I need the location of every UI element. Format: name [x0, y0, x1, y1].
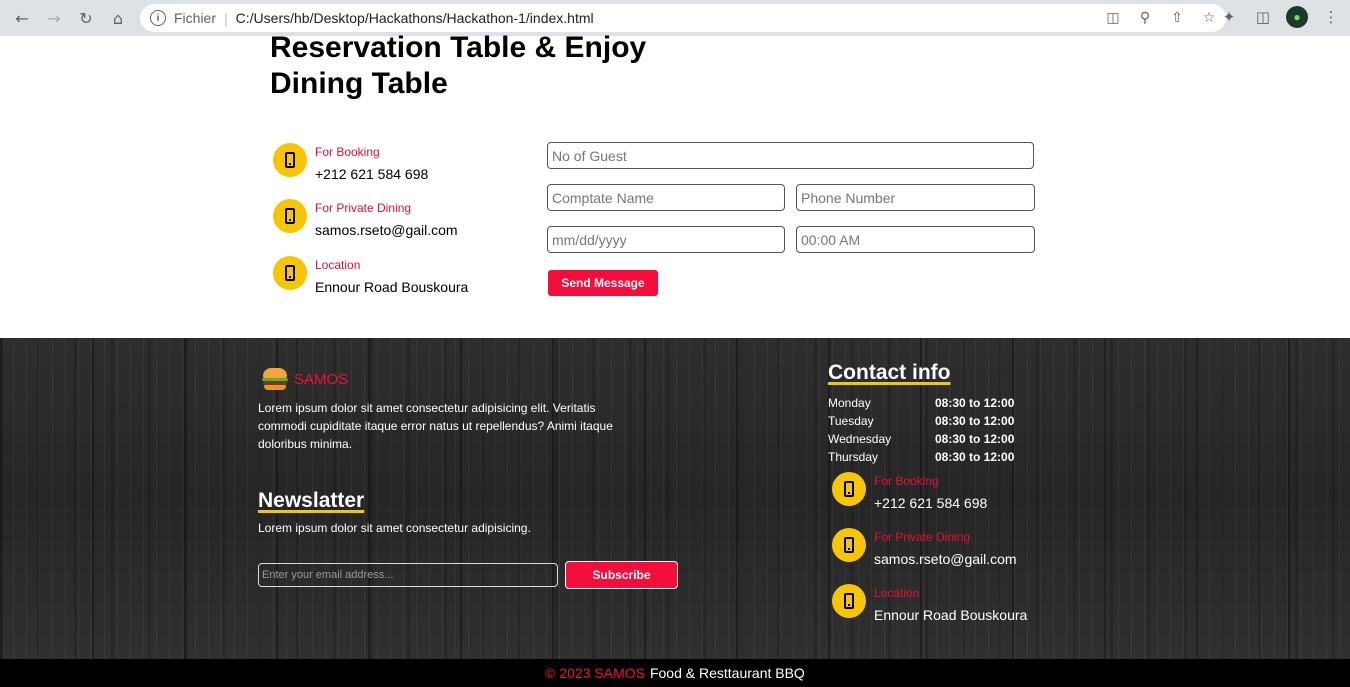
send-message-button[interactable]: Send Message	[548, 270, 658, 296]
contact-info-heading: Contact info	[828, 361, 951, 384]
phone-icon	[273, 199, 307, 233]
opening-hours: Monday 08:30 to 12:00 Tuesday 08:30 to 1…	[828, 394, 1028, 466]
footer-brand[interactable]: SAMOS	[262, 366, 348, 392]
phone-icon	[832, 472, 866, 506]
footer-description: Lorem ipsum dolor sit amet consectetur a…	[258, 401, 613, 451]
menu-icon[interactable]: ⋮	[1320, 6, 1342, 28]
back-icon[interactable]: ←	[10, 6, 34, 30]
contact-value: +212 621 584 698	[874, 495, 988, 511]
footer-contact-location: Location Ennour Road Bouskoura	[832, 584, 1027, 623]
hours-row: Tuesday 08:30 to 12:00	[828, 412, 1028, 430]
side-panel-icon[interactable]: ◫	[1252, 6, 1274, 28]
forward-icon[interactable]: →	[42, 6, 66, 30]
star-icon[interactable]: ☆	[1198, 8, 1220, 28]
newsletter-description: Lorem ipsum dolor sit amet consectetur a…	[258, 521, 531, 535]
hours-day: Thursday	[828, 450, 879, 464]
burger-icon	[262, 366, 288, 392]
reload-icon[interactable]: ↻	[74, 6, 98, 30]
address-bar[interactable]: i Fichier | C:/Users/hb/Desktop/Hackatho…	[140, 4, 1226, 32]
hours-row: Wednesday 08:30 to 12:00	[828, 430, 1028, 448]
address-separator: |	[224, 10, 228, 26]
contact-booking: For Booking +212 621 584 698	[273, 143, 428, 182]
contact-label: Location	[874, 586, 920, 600]
footer: SAMOS Lorem ipsum dolor sit amet consect…	[0, 338, 1350, 659]
hours-time: 08:30 to 12:00	[935, 432, 1015, 446]
contact-label: For Booking	[315, 145, 380, 159]
contact-label: For Booking	[874, 474, 939, 488]
phone-icon	[273, 143, 307, 177]
share-icon[interactable]: ⇧	[1166, 8, 1188, 28]
zoom-icon[interactable]: ⚲	[1134, 8, 1156, 28]
contact-location: Location Ennour Road Bouskoura	[273, 256, 468, 295]
hours-day: Tuesday	[828, 414, 874, 428]
footer-contact-booking: For Booking +212 621 584 698	[832, 472, 987, 511]
contact-value: samos.rseto@gail.com	[874, 551, 1017, 567]
hours-row: Thursday 08:30 to 12:00	[828, 448, 1028, 466]
phone-icon	[273, 256, 307, 290]
info-icon[interactable]: i	[150, 10, 166, 26]
hours-time: 08:30 to 12:00	[935, 396, 1015, 410]
phone-icon	[832, 584, 866, 618]
phone-input[interactable]: Phone Number	[796, 184, 1035, 211]
time-input[interactable]: 00:00 AM	[796, 226, 1035, 253]
guests-input[interactable]: No of Guest	[547, 142, 1034, 169]
profile-avatar[interactable]: ●	[1286, 6, 1308, 28]
footer-contact-private-dining: For Private Dining samos.rseto@gail.com	[832, 528, 1017, 567]
subscribe-button[interactable]: Subscribe	[565, 561, 678, 589]
hours-day: Monday	[828, 396, 871, 410]
contact-label: For Private Dining	[315, 201, 412, 215]
brand-name: SAMOS	[294, 370, 349, 388]
copyright-text: Food & Resttaurant BBQ	[649, 665, 805, 681]
name-input[interactable]: Comptate Name	[547, 184, 785, 211]
copyright-brand: © 2023 SAMOS	[545, 665, 645, 681]
hours-day: Wednesday	[828, 432, 892, 446]
newsletter-heading: Newslatter	[258, 489, 365, 512]
reservation-title: Reservation Table & Enjoy Dining Table	[270, 31, 647, 100]
contact-value: Ennour Road Bouskoura	[315, 279, 469, 295]
contact-label: For Private Dining	[874, 530, 971, 544]
contact-value: +212 621 584 698	[315, 166, 429, 182]
hours-time: 08:30 to 12:00	[935, 450, 1015, 464]
browser-toolbar: ← → ↻ ⌂ i Fichier | C:/Users/hb/Desktop/…	[0, 0, 1350, 36]
scheme-label: Fichier	[174, 10, 217, 26]
contact-label: Location	[315, 258, 361, 272]
copyright-bar: © 2023 SAMOS Food & Resttaurant BBQ	[0, 659, 1350, 687]
extensions-icon[interactable]: ✦	[1218, 6, 1240, 28]
hours-row: Monday 08:30 to 12:00	[828, 394, 1028, 412]
home-icon[interactable]: ⌂	[106, 6, 130, 30]
contact-value: samos.rseto@gail.com	[315, 222, 458, 238]
newsletter-email-input[interactable]: Enter your email address...	[258, 563, 558, 587]
translate-icon[interactable]: ◫	[1102, 8, 1124, 28]
date-input[interactable]: mm/dd/yyyy	[547, 226, 785, 253]
contact-value: Ennour Road Bouskoura	[874, 607, 1028, 623]
url-text[interactable]: C:/Users/hb/Desktop/Hackathons/Hackathon…	[236, 10, 594, 26]
hours-time: 08:30 to 12:00	[935, 414, 1015, 428]
contact-private-dining: For Private Dining samos.rseto@gail.com	[273, 199, 458, 238]
phone-icon	[832, 528, 866, 562]
